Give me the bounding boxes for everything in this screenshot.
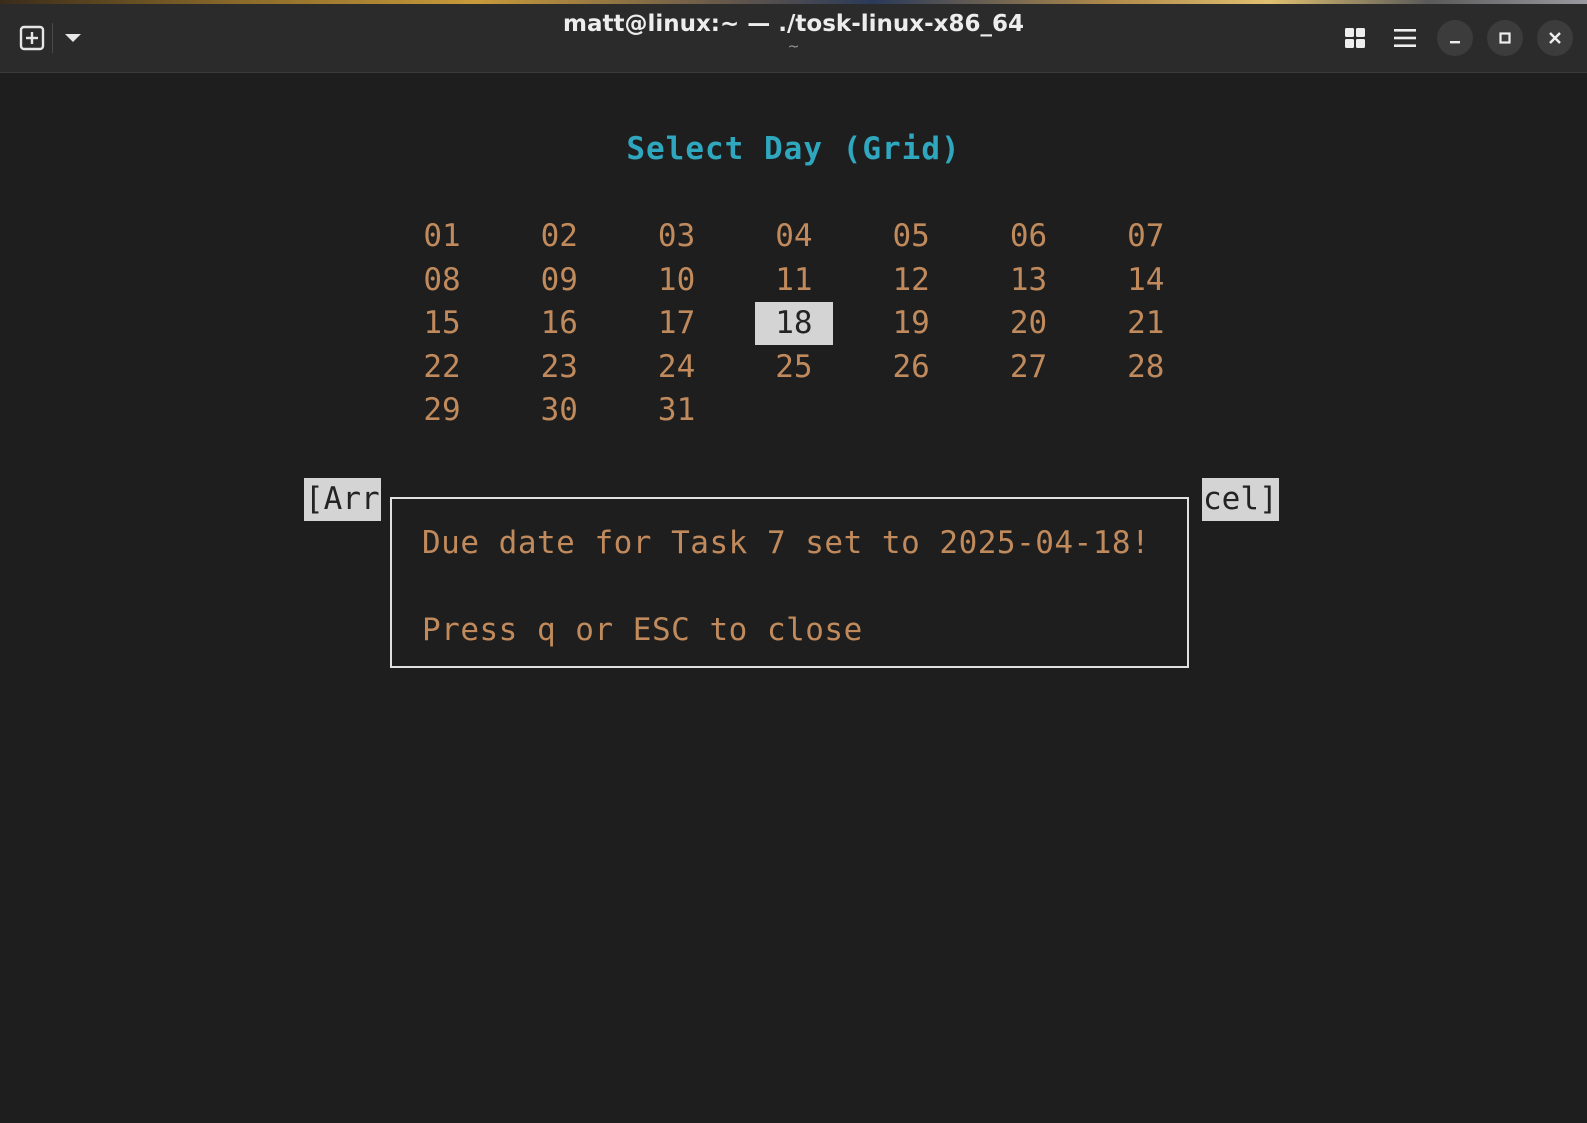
- day-cell[interactable]: 31: [638, 389, 716, 432]
- day-cell[interactable]: 11: [755, 259, 833, 302]
- maximize-icon: [1499, 32, 1511, 44]
- day-cell[interactable]: 24: [638, 346, 716, 389]
- tab-menu-dropdown-button[interactable]: [55, 20, 91, 56]
- day-cell[interactable]: 16: [520, 302, 598, 345]
- day-cell[interactable]: 02: [520, 215, 598, 258]
- title-bar[interactable]: matt@linux:~ — ./tosk-linux-x86_64 ~: [0, 4, 1587, 73]
- day-cell[interactable]: 05: [872, 215, 950, 258]
- day-cell-selected[interactable]: 18: [754, 302, 833, 346]
- dialog-instruction: Press q or ESC to close: [422, 612, 863, 648]
- day-cell[interactable]: 25: [755, 346, 833, 389]
- title-bar-separator: [52, 23, 53, 53]
- chevron-down-icon: [65, 34, 81, 42]
- day-cell[interactable]: 10: [638, 259, 716, 302]
- day-cell[interactable]: 15: [403, 302, 481, 345]
- day-cell[interactable]: 01: [403, 215, 481, 258]
- dialog-message: Due date for Task 7 set to 2025-04-18!: [422, 525, 1151, 561]
- menu-icon: [1394, 29, 1416, 47]
- close-button[interactable]: [1537, 20, 1573, 56]
- day-cell[interactable]: 23: [520, 346, 598, 389]
- day-cell[interactable]: 30: [520, 389, 598, 432]
- close-icon: [1549, 32, 1561, 44]
- tab-overview-button[interactable]: [1337, 20, 1373, 56]
- day-cell[interactable]: 22: [403, 346, 481, 389]
- day-cell[interactable]: 27: [990, 346, 1068, 389]
- day-cell[interactable]: 06: [990, 215, 1068, 258]
- title-bar-left-controls: [14, 18, 91, 58]
- day-cell[interactable]: 17: [638, 302, 716, 345]
- confirmation-dialog[interactable]: Due date for Task 7 set to 2025-04-18! P…: [390, 497, 1189, 668]
- day-cell[interactable]: 13: [990, 259, 1068, 302]
- day-cell[interactable]: 29: [403, 389, 481, 432]
- minimize-button[interactable]: [1437, 20, 1473, 56]
- day-cell[interactable]: 12: [872, 259, 950, 302]
- minimize-icon: [1450, 41, 1460, 44]
- grid-icon: [1345, 28, 1365, 48]
- main-menu-button[interactable]: [1387, 20, 1423, 56]
- maximize-button[interactable]: [1487, 20, 1523, 56]
- day-cell[interactable]: 08: [403, 259, 481, 302]
- day-cell[interactable]: 20: [990, 302, 1068, 345]
- day-cell[interactable]: 04: [755, 215, 833, 258]
- day-cell[interactable]: 19: [872, 302, 950, 345]
- terminal-content[interactable]: Select Day (Grid) 01 02 03 04 05 06 07 08 09 10 11…: [0, 73, 1587, 1123]
- day-cell[interactable]: 21: [1107, 302, 1185, 345]
- new-tab-button[interactable]: [14, 20, 50, 56]
- key-hint-right-fragment: cel]: [1202, 478, 1279, 521]
- day-cell[interactable]: 14: [1107, 259, 1185, 302]
- new-tab-icon: [19, 25, 45, 51]
- key-hint-left-fragment: [Arr: [304, 478, 381, 521]
- day-cell[interactable]: 09: [520, 259, 598, 302]
- day-cell[interactable]: 07: [1107, 215, 1185, 258]
- title-bar-right-controls: [1337, 18, 1573, 58]
- day-cell[interactable]: 03: [638, 215, 716, 258]
- day-cell[interactable]: 26: [872, 346, 950, 389]
- terminal-window: matt@linux:~ — ./tosk-linux-x86_64 ~ Sel…: [0, 0, 1587, 1123]
- day-cell[interactable]: 28: [1107, 346, 1185, 389]
- day-picker-heading: Select Day (Grid): [626, 131, 961, 167]
